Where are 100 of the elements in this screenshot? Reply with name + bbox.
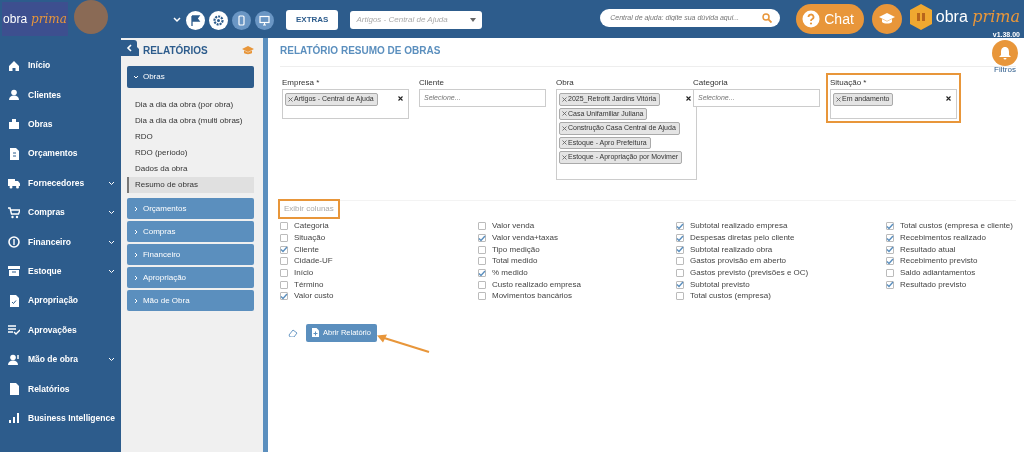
column-checkbox[interactable]: Cidade-UF (280, 255, 478, 268)
column-checkbox[interactable]: Cliente (280, 243, 478, 256)
truck-icon (8, 177, 20, 190)
document-icon (312, 328, 319, 338)
remove-icon (836, 96, 841, 102)
checklist-icon (8, 324, 20, 337)
logo[interactable]: obra prima (2, 2, 68, 36)
chevron-right-icon (132, 297, 139, 304)
column-checkbox[interactable]: Valor venda+taxas (478, 232, 676, 244)
report-link[interactable]: Dia a dia da obra (por obra) (126, 97, 254, 113)
sidebar-item[interactable]: Apropriação (0, 286, 121, 316)
sidebar-item[interactable]: Orçamentos (0, 139, 121, 169)
check-icon (478, 234, 486, 242)
chevron-down-icon (107, 210, 115, 216)
column-checkbox[interactable]: Total custos (empresa) (676, 290, 886, 303)
column-checkbox[interactable]: Saldo adiantamentos (886, 267, 1016, 279)
check-icon (280, 246, 288, 254)
filter-label: Situação * (830, 77, 868, 89)
document-icon (8, 147, 20, 160)
desktop-view-button[interactable] (255, 10, 274, 30)
remove-icon (288, 96, 293, 102)
column-checkbox[interactable]: Tipo medição (478, 243, 676, 256)
report-link[interactable]: Dia a dia da obra (multi obras) (126, 113, 254, 129)
document-icon (8, 383, 20, 395)
column-checkbox[interactable]: Subtotal realizado empresa (676, 220, 886, 233)
sidebar-item[interactable]: Compras (0, 197, 121, 228)
extras-button[interactable]: EXTRAS (286, 10, 339, 30)
desktop-view-icon (259, 14, 270, 26)
chevron-down-icon (107, 268, 115, 274)
chevron-right-icon (132, 251, 139, 258)
column-checkbox[interactable]: Resultado atual (886, 243, 1016, 256)
section-legend: Exibir colunas (280, 200, 338, 217)
sidebar-item[interactable]: Clientes (0, 80, 121, 110)
column-checkbox[interactable]: Resultado previsto (886, 278, 1016, 291)
sidebar-item[interactable]: Relatórios (0, 374, 121, 404)
report-link[interactable]: Dados da obra (126, 161, 254, 177)
chevron-down-icon (107, 239, 115, 245)
brand-logo-icon (909, 4, 932, 30)
settings-button[interactable] (209, 10, 228, 30)
column-checkbox[interactable]: Recebimento previsto (886, 255, 1016, 268)
clear-icon[interactable] (398, 96, 403, 101)
check-icon (886, 281, 894, 289)
filters-link[interactable]: Filtros (994, 66, 1016, 74)
graduation-cap-icon (241, 46, 254, 55)
sidebar-item[interactable]: Financeiro (0, 227, 121, 257)
column-checkbox[interactable]: Valor custo (280, 290, 478, 303)
column-checkbox[interactable]: Gastos provisão em aberto (676, 255, 886, 268)
column-checkbox[interactable]: Total custos (empresa e cliente) (886, 220, 1016, 233)
report-group-header[interactable]: Obras (126, 66, 254, 88)
worker-icon (8, 353, 20, 366)
remove-icon (562, 111, 567, 117)
report-link[interactable]: Resumo de obras (126, 177, 254, 193)
sidebar-item[interactable]: Mão de obra (0, 344, 121, 375)
clear-icon[interactable] (686, 96, 692, 101)
column-checkbox[interactable]: Despesas diretas pelo cliente (676, 232, 886, 244)
column-checkbox[interactable]: Gastos previsto (previsões e OC) (676, 267, 886, 279)
remove-icon (562, 96, 567, 102)
chevron-left-icon (126, 44, 132, 52)
check-icon (280, 292, 288, 300)
chevron-down-icon (107, 357, 115, 363)
column-checkbox[interactable]: Término (280, 278, 478, 291)
sidebar-item[interactable]: Estoque (0, 256, 121, 287)
sidebar-item[interactable]: Aprovações (0, 315, 121, 345)
remove-icon (562, 140, 567, 146)
column-checkbox[interactable]: Situação (280, 232, 478, 244)
training-button[interactable] (871, 4, 902, 34)
phone-view-button[interactable] (232, 10, 251, 30)
archive-icon (8, 265, 20, 278)
annotation-arrow (375, 332, 431, 354)
column-checkbox[interactable]: Movimentos bancários (478, 290, 676, 303)
column-checkbox[interactable]: Custo realizado empresa (478, 278, 676, 291)
sidebar-item[interactable]: Fornecedores (0, 168, 121, 198)
building-icon (8, 118, 20, 131)
column-checkbox[interactable]: Início (280, 267, 478, 279)
check-icon (478, 269, 486, 277)
column-checkbox[interactable]: Total medido (478, 255, 676, 268)
column-checkbox[interactable]: Subtotal previsto (676, 278, 886, 291)
filter-label: Categoria (693, 77, 729, 89)
flag-button[interactable] (186, 10, 205, 30)
remove-icon (562, 125, 567, 131)
check-icon (676, 281, 684, 289)
graduation-cap-icon (878, 13, 895, 25)
column-checkbox[interactable]: % medido (478, 267, 676, 279)
collapse-toggle[interactable] (121, 40, 137, 56)
bar-chart-icon (8, 412, 20, 425)
chevron-right-icon (132, 205, 139, 212)
report-link[interactable]: RDO (126, 129, 254, 145)
column-checkbox[interactable]: Recebimentos realizado (886, 232, 1016, 244)
sidebar-item[interactable]: Business Intelligence (0, 403, 121, 434)
clear-icon[interactable] (946, 96, 951, 101)
sidebar-item[interactable]: Obras (0, 109, 121, 140)
column-checkbox[interactable]: Categoria (280, 220, 478, 233)
remove-icon (562, 154, 567, 160)
chevron-down-icon[interactable] (172, 15, 182, 25)
caret-icon (470, 18, 477, 22)
column-checkbox[interactable]: Valor venda (478, 220, 676, 233)
eraser-icon[interactable] (288, 328, 298, 337)
column-checkbox[interactable]: Subtotal realizado obra (676, 243, 886, 256)
report-link[interactable]: RDO (período) (126, 145, 254, 161)
sidebar-item[interactable]: Início (0, 51, 121, 81)
